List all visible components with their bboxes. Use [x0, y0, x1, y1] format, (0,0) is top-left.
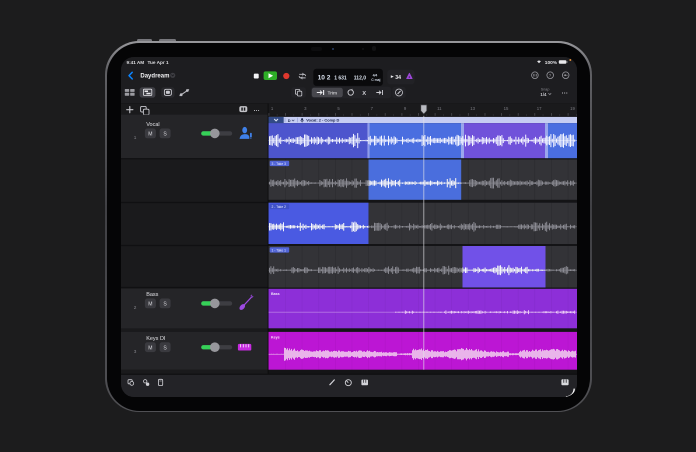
svg-text:112,0: 112,0 — [353, 75, 365, 81]
svg-text:C maj: C maj — [371, 77, 380, 81]
svg-text:Vocal: 2 - Comp D: Vocal: 2 - Comp D — [306, 117, 339, 122]
svg-text:···: ··· — [253, 107, 259, 114]
svg-text:1 - Take 1: 1 - Take 1 — [271, 248, 286, 252]
svg-text:1 631: 1 631 — [334, 75, 347, 81]
svg-text:S: S — [163, 131, 167, 137]
svg-text:100%: 100% — [544, 60, 557, 66]
svg-text:S: S — [163, 345, 167, 351]
svg-text:3 - Take 3: 3 - Take 3 — [271, 162, 286, 166]
svg-text:4/4: 4/4 — [372, 73, 377, 77]
svg-text:19: 19 — [570, 106, 575, 111]
svg-text:S: S — [163, 301, 167, 307]
svg-text:1/4: 1/4 — [540, 91, 547, 96]
svg-text:11: 11 — [437, 106, 442, 111]
svg-text:2 - Take 2: 2 - Take 2 — [271, 205, 286, 209]
svg-text:1: 1 — [133, 135, 136, 140]
svg-text:Bass: Bass — [271, 292, 280, 296]
svg-text:M: M — [148, 131, 152, 137]
svg-text:···: ··· — [561, 90, 568, 97]
svg-text:17: 17 — [536, 106, 541, 111]
svg-text:13: 13 — [470, 106, 475, 111]
svg-text:9:41 AM: 9:41 AM — [126, 60, 144, 65]
svg-text:Vocal: Vocal — [146, 122, 159, 128]
svg-text:15: 15 — [503, 106, 508, 111]
svg-text:M: M — [148, 345, 152, 351]
svg-text:10 2: 10 2 — [317, 74, 330, 81]
svg-text:3: 3 — [133, 348, 136, 353]
svg-text:Trim: Trim — [327, 90, 337, 96]
svg-text:M: M — [148, 301, 152, 307]
svg-text:Bass: Bass — [146, 292, 158, 298]
svg-text:Daydream: Daydream — [140, 73, 169, 79]
svg-text:Keys: Keys — [271, 335, 280, 339]
svg-text:D: D — [287, 117, 290, 122]
svg-text:Keys DI: Keys DI — [146, 336, 166, 342]
svg-text:X: X — [362, 90, 366, 96]
svg-text:34: 34 — [395, 75, 401, 81]
svg-text:2: 2 — [133, 305, 136, 310]
svg-text:Tue Apr 1: Tue Apr 1 — [147, 60, 168, 65]
